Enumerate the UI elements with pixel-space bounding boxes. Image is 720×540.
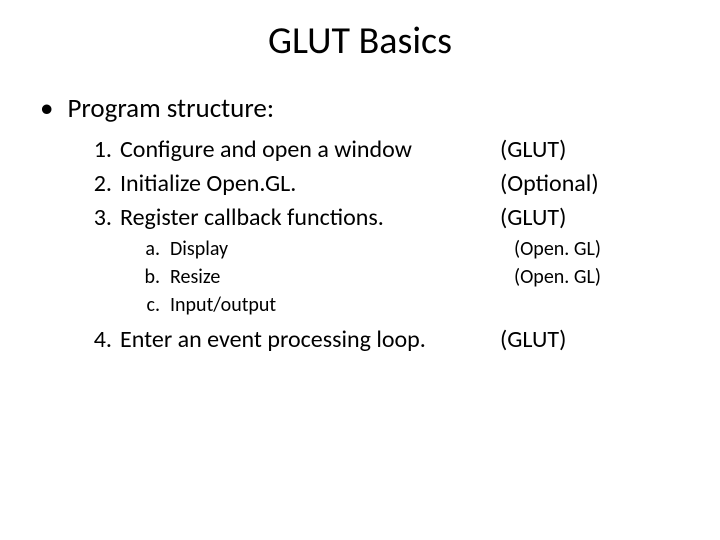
item-number: 4.: [84, 325, 112, 354]
item-note: (GLUT): [500, 203, 566, 232]
item-text: Register callback functions.: [120, 203, 500, 232]
list-item: a. Display (Open. GL): [136, 237, 684, 261]
subitem-letter: b.: [136, 265, 160, 289]
bullet-text: Program structure:: [67, 92, 274, 125]
item-text: Enter an event processing loop.: [120, 325, 500, 354]
subitem-note: (Open. GL): [514, 265, 601, 289]
list-item: 2. Initialize Open.GL. (Optional): [84, 169, 684, 198]
item-note: (GLUT): [500, 325, 566, 354]
list-item: 1. Configure and open a window (GLUT): [84, 135, 684, 164]
slide-title: GLUT Basics: [36, 18, 684, 64]
list-item: 3. Register callback functions. (GLUT): [84, 203, 684, 232]
numbered-list: 1. Configure and open a window (GLUT) 2.…: [84, 135, 684, 354]
item-text: Configure and open a window: [120, 135, 500, 164]
item-note: (GLUT): [500, 135, 566, 164]
item-text: Initialize Open.GL.: [120, 169, 500, 198]
subitem-text: Input/output: [170, 293, 510, 317]
bullet-main: • Program structure:: [36, 92, 684, 125]
subitem-note: (Open. GL): [514, 237, 601, 261]
list-item: c. Input/output: [136, 293, 684, 317]
item-note: (Optional): [500, 169, 599, 198]
item-number: 3.: [84, 203, 112, 232]
list-item: b. Resize (Open. GL): [136, 265, 684, 289]
subitem-letter: a.: [136, 237, 160, 261]
subitem-letter: c.: [136, 293, 160, 317]
item-number: 1.: [84, 135, 112, 164]
item-number: 2.: [84, 169, 112, 198]
subitem-text: Resize: [170, 265, 510, 289]
list-item: 4. Enter an event processing loop. (GLUT…: [84, 325, 684, 354]
subitem-text: Display: [170, 237, 510, 261]
slide: GLUT Basics • Program structure: 1. Conf…: [0, 0, 720, 354]
bullet-dot-icon: •: [40, 95, 53, 122]
sub-list: a. Display (Open. GL) b. Resize (Open. G…: [136, 237, 684, 317]
